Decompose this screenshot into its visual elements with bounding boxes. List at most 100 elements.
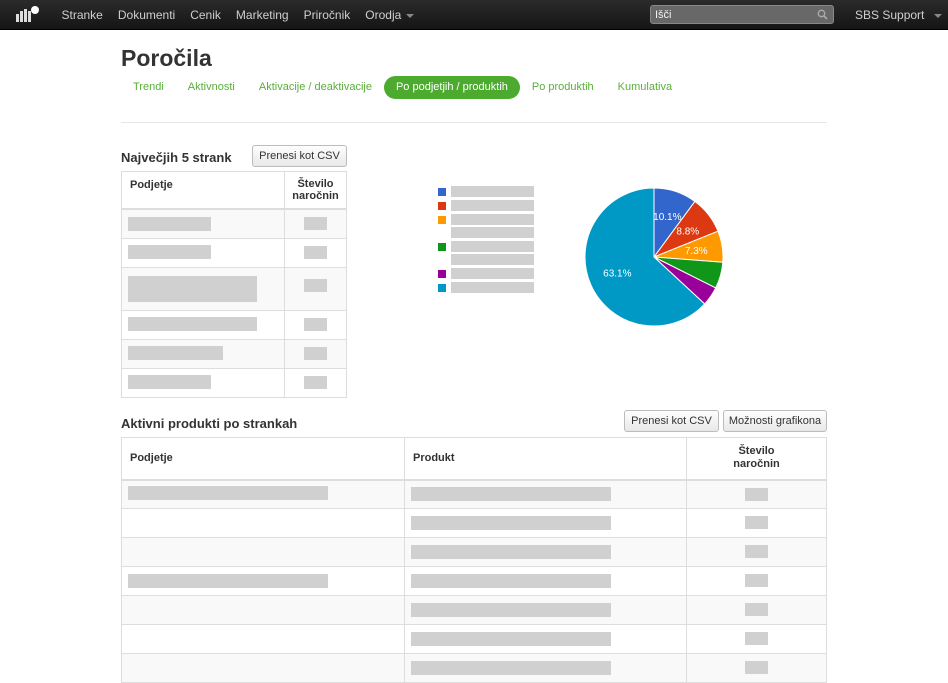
redacted-text	[451, 268, 534, 279]
cell-product	[404, 653, 687, 683]
cell-count	[284, 309, 347, 339]
column-header-produkt: Produkt	[404, 437, 687, 481]
cell-count	[686, 479, 827, 509]
table-row[interactable]	[121, 508, 827, 538]
cell-count	[284, 367, 347, 397]
table-row[interactable]	[121, 624, 827, 654]
nav-prirocnik[interactable]: Priročnik	[296, 0, 358, 30]
table-row[interactable]	[121, 338, 347, 368]
redacted-text	[304, 317, 327, 331]
redacted-text	[411, 631, 611, 646]
table-row[interactable]	[121, 479, 827, 509]
table-row[interactable]	[121, 237, 347, 267]
redacted-text	[411, 660, 611, 675]
table-row[interactable]	[121, 367, 347, 397]
page-title: Poročila	[121, 45, 212, 71]
cell-company	[121, 208, 285, 238]
cell-count	[284, 208, 347, 238]
table-row[interactable]	[121, 266, 347, 310]
redacted-text	[304, 346, 327, 360]
column-header-stevilo: Število naročnin	[284, 171, 347, 210]
cell-company	[121, 537, 405, 567]
nav-orodja[interactable]: Orodja	[358, 0, 422, 30]
redacted-text	[451, 254, 534, 265]
cell-company	[121, 266, 285, 310]
redacted-text	[745, 545, 768, 559]
redacted-text	[128, 317, 257, 332]
column-header-podjetje: Podjetje	[121, 437, 405, 481]
table-row[interactable]	[121, 537, 827, 567]
search-box[interactable]	[650, 5, 834, 24]
logo-icon[interactable]	[14, 5, 40, 25]
table-row[interactable]	[121, 309, 347, 339]
column-header-stevilo-label: Število naročnin	[733, 445, 780, 471]
pie-slice-label: 63.1%	[603, 269, 631, 280]
redacted-text	[128, 216, 211, 231]
tab-kumulativa[interactable]: Kumulativa	[606, 76, 684, 99]
user-menu-label: SBS Support	[855, 8, 925, 22]
cell-company	[121, 367, 285, 397]
pie-chart[interactable]: 10.1% 8.8% 7.3% 63.1%	[584, 187, 724, 327]
cell-count	[686, 508, 827, 538]
legend-swatch	[438, 216, 446, 224]
nav-orodja-label: Orodja	[365, 8, 402, 22]
cell-count	[686, 653, 827, 683]
cell-company	[121, 338, 285, 368]
table-row[interactable]	[121, 208, 347, 238]
redacted-text	[411, 544, 611, 559]
redacted-text	[304, 245, 327, 259]
redacted-text	[451, 200, 534, 211]
active-products-title: Aktivni produkti po strankah	[121, 416, 298, 431]
redacted-text	[411, 487, 611, 502]
redacted-text	[451, 241, 534, 252]
redacted-text	[745, 487, 768, 501]
table-row[interactable]	[121, 653, 827, 683]
cell-company	[121, 566, 405, 596]
tab-aktivacije[interactable]: Aktivacije / deaktivacije	[247, 76, 384, 99]
pie-slice-label: 7.3%	[685, 246, 708, 257]
cell-product	[404, 595, 687, 625]
table-row[interactable]	[121, 595, 827, 625]
user-menu[interactable]: SBS Support	[855, 0, 943, 30]
chart-options-button[interactable]: Možnosti grafikona	[723, 410, 827, 432]
tab-po-produktih[interactable]: Po produktih	[520, 76, 606, 99]
nav-marketing[interactable]: Marketing	[228, 0, 296, 30]
redacted-text	[451, 282, 534, 293]
table-header-row: Podjetje Produkt Število naročnin	[121, 437, 827, 481]
table-row[interactable]	[121, 566, 827, 596]
redacted-text	[745, 574, 768, 588]
nav-stranke[interactable]: Stranke	[54, 0, 110, 30]
cell-product	[404, 479, 687, 509]
tab-po-podjetjih[interactable]: Po podjetjih / produktih	[383, 76, 520, 99]
chevron-down-icon	[406, 13, 415, 18]
redacted-text	[128, 375, 211, 390]
cell-company	[121, 309, 285, 339]
column-header-stevilo: Število naročnin	[686, 437, 827, 481]
report-tabs: Trendi Aktivnosti Aktivacije / deaktivac…	[121, 76, 684, 99]
divider	[121, 122, 827, 123]
cell-company	[121, 595, 405, 625]
tab-trendi[interactable]: Trendi	[121, 76, 176, 99]
nav-cenik[interactable]: Cenik	[183, 0, 229, 30]
cell-product	[404, 624, 687, 654]
active-products-table: Podjetje Produkt Število naročnin	[121, 437, 827, 683]
tab-aktivnosti[interactable]: Aktivnosti	[176, 76, 247, 99]
active-products-csv-button[interactable]: Prenesi kot CSV	[624, 410, 719, 432]
cell-product	[404, 508, 687, 538]
pie-slice-label: 10.1%	[653, 212, 681, 223]
cell-count	[284, 338, 347, 368]
nav-dokumenti[interactable]: Dokumenti	[110, 0, 182, 30]
cell-count	[686, 624, 827, 654]
top5-table: Podjetje Število naročnin	[121, 171, 347, 398]
main-nav: Stranke Dokumenti Cenik Marketing Priroč…	[54, 0, 422, 30]
cell-company	[121, 508, 405, 538]
search-input[interactable]	[655, 7, 815, 22]
cell-product	[404, 537, 687, 567]
legend-swatch	[438, 188, 446, 196]
cell-count	[284, 266, 347, 310]
cell-company	[121, 237, 285, 267]
cell-count	[686, 537, 827, 567]
top5-csv-button[interactable]: Prenesi kot CSV	[252, 145, 347, 167]
table-header-row: Podjetje Število naročnin	[121, 171, 347, 210]
search-icon[interactable]	[817, 9, 828, 20]
